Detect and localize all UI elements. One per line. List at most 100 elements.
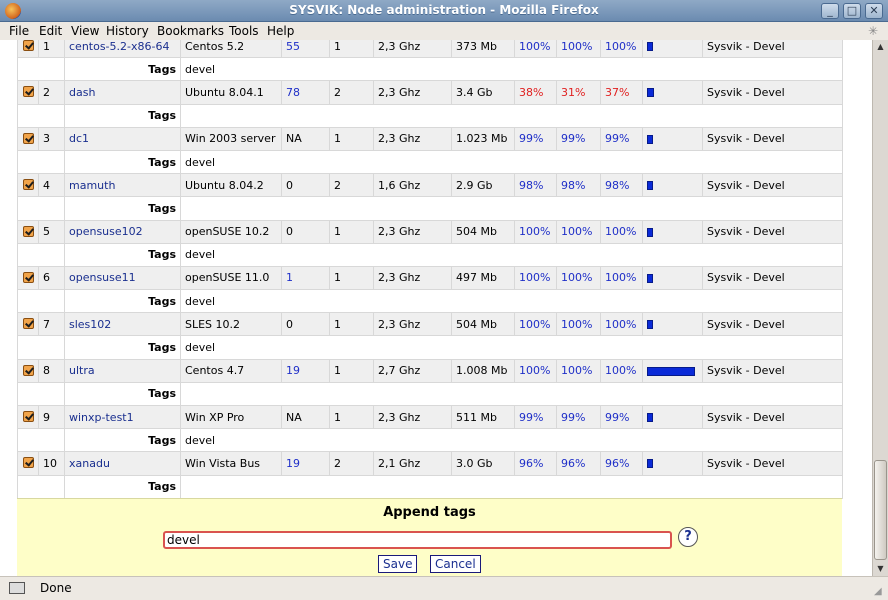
node-cpu-speed-text: 2,3 Ghz	[378, 40, 421, 53]
node-cpus-text: 1	[334, 410, 341, 424]
node-count-link-text[interactable]: NA	[286, 411, 302, 424]
node-pct-3-text: 98%	[605, 178, 630, 192]
node-name-link-text[interactable]: mamuth	[69, 179, 115, 192]
tags-label: Tags	[64, 149, 181, 175]
node-checkbox[interactable]	[17, 126, 39, 151]
node-checkbox[interactable]	[17, 40, 39, 59]
node-os-text: openSUSE 11.0	[185, 271, 270, 285]
menu-file[interactable]: File	[9, 24, 29, 38]
help-icon[interactable]: ?	[678, 527, 698, 547]
node-count-link-text[interactable]: 0	[286, 318, 293, 331]
node-name-link[interactable]: dash	[64, 80, 181, 105]
node-checkbox[interactable]	[17, 80, 39, 105]
node-index: 8	[38, 358, 65, 383]
node-pct-2-text: 100%	[561, 225, 593, 239]
node-checkbox[interactable]	[17, 265, 39, 291]
node-count-link-text[interactable]: 19	[286, 457, 300, 470]
cancel-button[interactable]: Cancel	[430, 555, 481, 573]
node-name-link[interactable]: dc1	[64, 126, 181, 151]
node-count-link[interactable]: NA	[281, 126, 330, 151]
menu-view[interactable]: View	[71, 24, 99, 38]
node-count-link-text[interactable]: NA	[286, 132, 302, 145]
node-count-link-text[interactable]: 78	[286, 86, 300, 99]
checkbox-checked-icon[interactable]	[22, 40, 34, 52]
tags-label: Tags	[64, 381, 181, 407]
node-name-link-text[interactable]: xanadu	[69, 457, 110, 470]
node-cpu-speed: 2,3 Ghz	[373, 40, 452, 59]
node-count-link[interactable]: 19	[281, 358, 330, 383]
checkbox-checked-icon[interactable]	[22, 318, 34, 330]
node-cpu-speed: 2,3 Ghz	[373, 219, 452, 244]
node-checkbox[interactable]	[17, 219, 39, 244]
node-checkbox[interactable]	[17, 404, 39, 430]
node-count-link[interactable]: 0	[281, 173, 330, 198]
checkbox-checked-icon[interactable]	[22, 457, 34, 469]
node-os-text: Ubuntu 8.04.1	[185, 85, 264, 99]
checkbox-checked-icon[interactable]	[22, 225, 34, 237]
node-name-link-text[interactable]: opensuse102	[69, 225, 143, 238]
node-checkbox[interactable]	[17, 358, 39, 383]
node-count-link[interactable]: 1	[281, 265, 330, 291]
node-count-link-text[interactable]: 1	[286, 271, 293, 284]
node-os-text: Centos 4.7	[185, 364, 245, 378]
node-name-link[interactable]: centos-5.2-x86-64	[64, 40, 181, 59]
menu-edit[interactable]: Edit	[39, 24, 62, 38]
node-cpus-text: 1	[334, 225, 341, 239]
scroll-up-arrow-icon[interactable]: ▲	[873, 40, 888, 54]
tags-input[interactable]	[163, 531, 672, 549]
node-group: Sysvik - Devel	[702, 358, 843, 383]
vertical-scrollbar[interactable]: ▲ ▼	[872, 40, 888, 576]
node-count-link-text[interactable]: 0	[286, 225, 293, 238]
node-name-link[interactable]: winxp-test1	[64, 404, 181, 430]
tags-label: Tags	[64, 242, 181, 267]
node-count-link[interactable]: 55	[281, 40, 330, 59]
scroll-down-arrow-icon[interactable]: ▼	[873, 562, 888, 576]
node-name-link-text[interactable]: dash	[69, 86, 95, 99]
close-button[interactable]: ✕	[865, 3, 883, 19]
node-checkbox[interactable]	[17, 312, 39, 337]
node-count-link-text[interactable]: 19	[286, 364, 300, 377]
save-button[interactable]: Save	[378, 555, 418, 573]
node-name-link[interactable]: opensuse102	[64, 219, 181, 244]
node-name-link[interactable]: sles102	[64, 312, 181, 337]
node-count-link[interactable]: 19	[281, 451, 330, 476]
node-name-link[interactable]: ultra	[64, 358, 181, 383]
checkbox-checked-icon[interactable]	[22, 132, 34, 144]
node-name-link-text[interactable]: winxp-test1	[69, 411, 134, 424]
checkbox-checked-icon[interactable]	[22, 411, 34, 423]
checkbox-checked-icon[interactable]	[22, 364, 34, 376]
node-checkbox[interactable]	[17, 451, 39, 476]
node-name-link[interactable]: xanadu	[64, 451, 181, 476]
node-count-link-text[interactable]: 55	[286, 40, 300, 53]
node-pct-3-text: 100%	[605, 40, 637, 53]
node-count-link-text[interactable]: 0	[286, 179, 293, 192]
tags-spacer	[17, 196, 65, 221]
node-name-link[interactable]: opensuse11	[64, 265, 181, 291]
checkbox-checked-icon[interactable]	[22, 86, 34, 98]
menu-tools[interactable]: Tools	[229, 24, 259, 38]
node-os-text: Win XP Pro	[185, 410, 245, 424]
node-pct-3: 98%	[600, 173, 643, 198]
node-row: 3 dc1 Win 2003 server NA 1 2,3 Ghz 1.023 Mb 99%…	[17, 126, 843, 151]
maximize-button[interactable]: □	[843, 3, 861, 19]
node-name-link[interactable]: mamuth	[64, 173, 181, 198]
menu-help[interactable]: Help	[267, 24, 294, 38]
node-checkbox[interactable]	[17, 173, 39, 198]
scroll-thumb[interactable]	[874, 460, 887, 560]
node-name-link-text[interactable]: dc1	[69, 132, 89, 145]
minimize-button[interactable]: _	[821, 3, 839, 19]
node-count-link[interactable]: 78	[281, 80, 330, 105]
node-name-link-text[interactable]: sles102	[69, 318, 111, 331]
node-count-link[interactable]: NA	[281, 404, 330, 430]
menu-history[interactable]: History	[106, 24, 149, 38]
node-name-link-text[interactable]: ultra	[69, 364, 95, 377]
node-pct-1-text: 100%	[519, 364, 551, 378]
checkbox-checked-icon[interactable]	[22, 179, 34, 191]
node-count-link[interactable]: 0	[281, 219, 330, 244]
menu-bookmarks[interactable]: Bookmarks	[157, 24, 224, 38]
checkbox-checked-icon[interactable]	[22, 271, 34, 283]
resize-grip-icon[interactable]: ◢	[874, 586, 886, 598]
node-count-link[interactable]: 0	[281, 312, 330, 337]
node-name-link-text[interactable]: centos-5.2-x86-64	[69, 40, 169, 53]
node-name-link-text[interactable]: opensuse11	[69, 271, 136, 284]
